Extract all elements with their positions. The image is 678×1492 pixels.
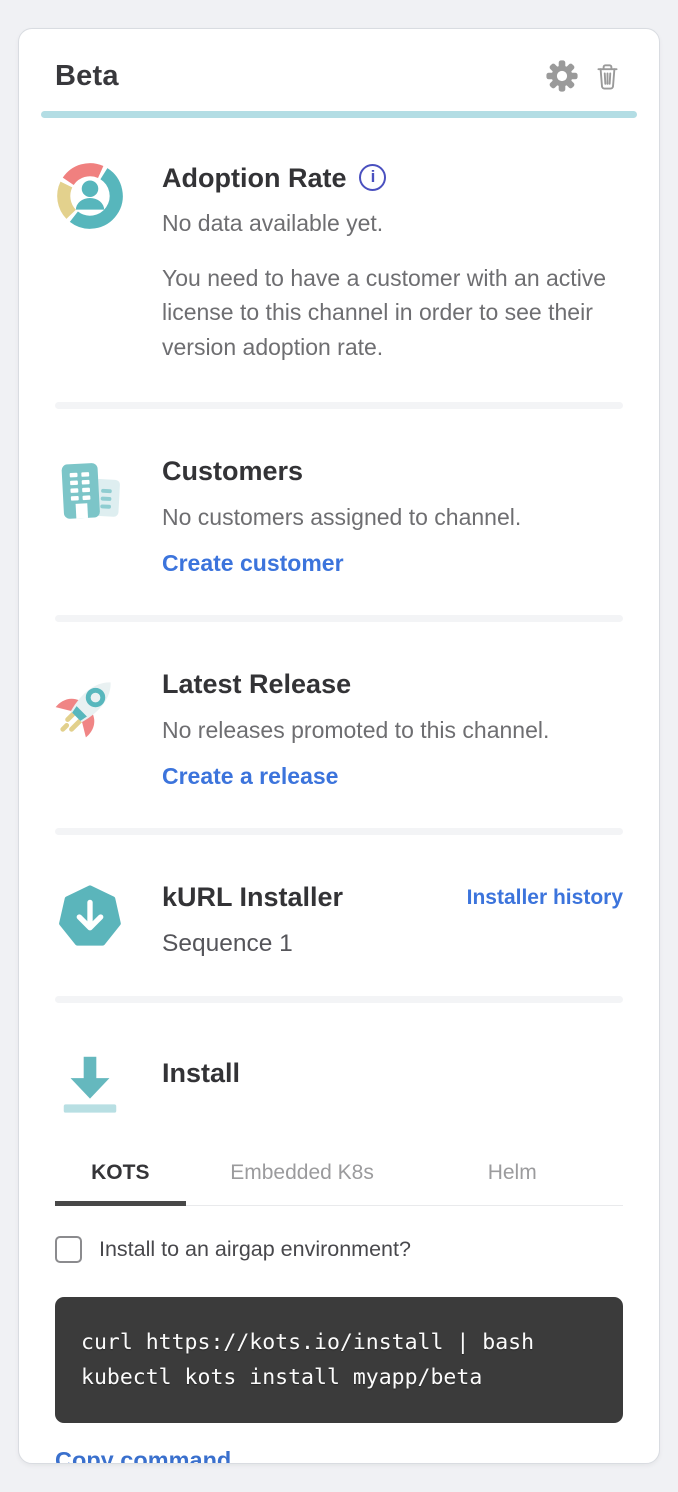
channel-card-header: Beta <box>55 29 623 93</box>
customers-title: Customers <box>162 455 623 487</box>
tab-kots[interactable]: KOTS <box>55 1151 186 1206</box>
gear-icon[interactable] <box>545 59 579 93</box>
install-command-line: kubectl kots install myapp/beta <box>81 1360 597 1395</box>
tab-embedded-k8s[interactable]: Embedded K8s <box>186 1151 419 1205</box>
installer-sequence: Sequence 1 <box>162 930 623 958</box>
adoption-rate-title: Adoption Rate <box>162 162 346 194</box>
heptagon-download-icon <box>55 879 125 957</box>
create-release-link[interactable]: Create a release <box>162 763 338 790</box>
kurl-installer-title: kURL Installer <box>162 881 343 913</box>
install-command-block: curl https://kots.io/install | bashkubec… <box>55 1297 623 1423</box>
install-title: Install <box>162 1049 623 1089</box>
install-section: Install <box>55 1047 623 1121</box>
kurl-installer-content: kURL Installer Installer history Sequenc… <box>162 879 623 957</box>
install-content: Install <box>162 1047 623 1121</box>
customers-section: Customers No customers assigned to chann… <box>55 453 623 577</box>
adoption-rate-section: Adoption Rate i No data available yet. Y… <box>55 160 623 364</box>
download-tray-icon <box>55 1047 125 1121</box>
rocket-icon <box>55 666 125 790</box>
section-divider <box>55 996 623 1003</box>
adoption-rate-content: Adoption Rate i No data available yet. Y… <box>162 160 623 364</box>
copy-command-link[interactable]: Copy command <box>55 1447 231 1464</box>
latest-release-section: Latest Release No releases promoted to t… <box>55 666 623 790</box>
donut-user-chart-icon <box>55 160 125 364</box>
create-customer-link[interactable]: Create customer <box>162 550 344 577</box>
airgap-row: Install to an airgap environment? <box>55 1236 623 1263</box>
install-command-line: curl https://kots.io/install | bash <box>81 1325 597 1360</box>
tab-helm[interactable]: Helm <box>419 1151 606 1205</box>
latest-release-content: Latest Release No releases promoted to t… <box>162 666 623 790</box>
install-tabs: KOTS Embedded K8s Helm <box>55 1151 623 1206</box>
customers-content: Customers No customers assigned to chann… <box>162 453 623 577</box>
buildings-icon <box>55 453 125 577</box>
channel-header-actions <box>545 59 623 93</box>
channel-card: Beta <box>18 28 660 1464</box>
trash-icon[interactable] <box>592 60 623 93</box>
airgap-label: Install to an airgap environment? <box>99 1237 411 1262</box>
customers-empty-message: No customers assigned to channel. <box>162 500 623 535</box>
airgap-checkbox[interactable] <box>55 1236 82 1263</box>
channel-title: Beta <box>55 60 119 93</box>
installer-history-link[interactable]: Installer history <box>467 881 623 910</box>
section-divider <box>55 402 623 409</box>
adoption-rate-empty-message: No data available yet. <box>162 206 623 241</box>
section-divider <box>55 615 623 622</box>
kurl-installer-section: kURL Installer Installer history Sequenc… <box>55 879 623 957</box>
adoption-rate-help-text: You need to have a customer with an acti… <box>162 261 620 365</box>
section-divider <box>55 828 623 835</box>
channel-accent-bar <box>41 111 637 118</box>
latest-release-title: Latest Release <box>162 668 623 700</box>
latest-release-empty-message: No releases promoted to this channel. <box>162 713 623 748</box>
info-icon[interactable]: i <box>359 164 386 191</box>
